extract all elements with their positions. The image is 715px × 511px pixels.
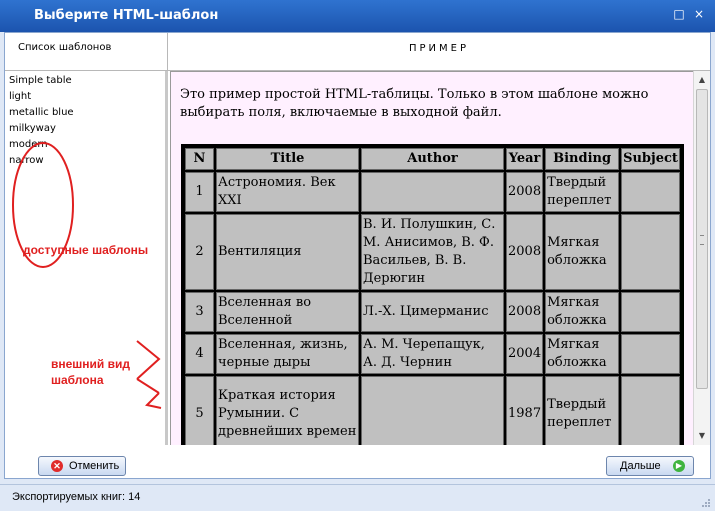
status-text: Экспортируемых книг: 14 (12, 491, 141, 503)
annotation-ellipse (12, 142, 74, 268)
dialog-body: Список шаблонов ПРИМЕР Simple table ligh… (4, 32, 711, 479)
annotation-arrow-lower (144, 392, 162, 409)
resize-grip-icon[interactable] (701, 498, 711, 508)
cancel-button[interactable]: ✕ Отменить (38, 456, 126, 476)
annotation-overlay (12, 142, 162, 409)
annotation-arrow-upper (136, 340, 161, 380)
next-arrow-icon: ▶ (673, 460, 685, 472)
template-dialog: Выберите HTML-шаблон □ × Список шаблонов… (0, 0, 715, 511)
next-button-label: Дальше (620, 460, 661, 472)
annotation-arrow-mid (136, 378, 160, 394)
title-bar[interactable]: Выберите HTML-шаблон □ × (0, 0, 715, 32)
maximize-icon[interactable]: □ (672, 7, 686, 21)
cancel-icon: ✕ (51, 460, 63, 472)
window-title: Выберите HTML-шаблон (34, 8, 219, 23)
status-bar: Экспортируемых книг: 14 (0, 484, 715, 511)
next-button[interactable]: Дальше ▶ (606, 456, 694, 476)
close-icon[interactable]: × (692, 7, 706, 21)
cancel-button-label: Отменить (69, 460, 120, 472)
